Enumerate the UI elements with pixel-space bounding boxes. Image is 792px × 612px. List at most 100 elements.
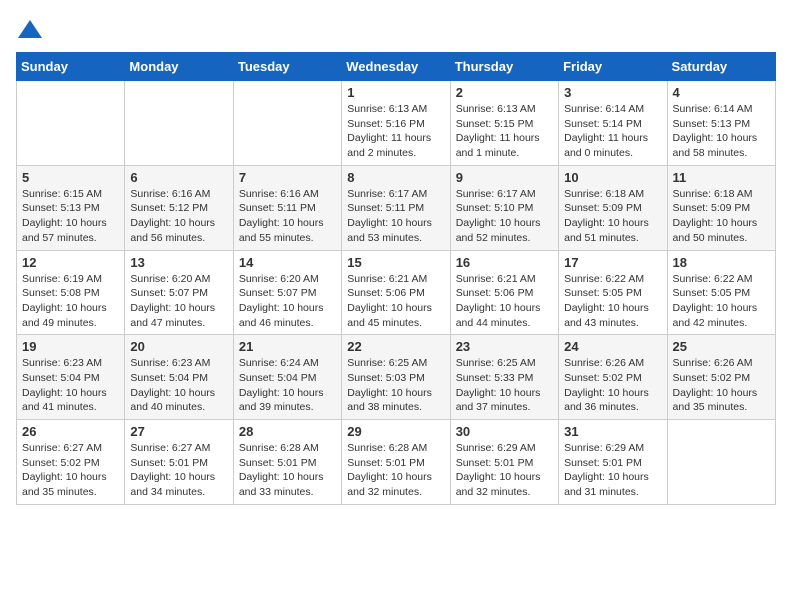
calendar-cell: 12 Sunrise: 6:19 AM Sunset: 5:08 PM Dayli… (17, 250, 125, 335)
day-number: 8 (347, 170, 444, 185)
page-header (16, 16, 776, 44)
calendar-cell: 27 Sunrise: 6:27 AM Sunset: 5:01 PM Dayli… (125, 420, 233, 505)
day-info: Sunrise: 6:21 AM Sunset: 5:06 PM Dayligh… (456, 272, 553, 331)
day-number: 19 (22, 339, 119, 354)
col-header-monday: Monday (125, 53, 233, 81)
day-number: 15 (347, 255, 444, 270)
day-number: 18 (673, 255, 770, 270)
calendar-cell: 18 Sunrise: 6:22 AM Sunset: 5:05 PM Dayli… (667, 250, 775, 335)
day-number: 20 (130, 339, 227, 354)
day-number: 16 (456, 255, 553, 270)
day-info: Sunrise: 6:20 AM Sunset: 5:07 PM Dayligh… (130, 272, 227, 331)
calendar-cell: 15 Sunrise: 6:21 AM Sunset: 5:06 PM Dayli… (342, 250, 450, 335)
day-number: 21 (239, 339, 336, 354)
day-number: 28 (239, 424, 336, 439)
day-info: Sunrise: 6:14 AM Sunset: 5:13 PM Dayligh… (673, 102, 770, 161)
day-info: Sunrise: 6:25 AM Sunset: 5:33 PM Dayligh… (456, 356, 553, 415)
calendar-cell (17, 81, 125, 166)
calendar-week-row: 12 Sunrise: 6:19 AM Sunset: 5:08 PM Dayli… (17, 250, 776, 335)
day-info: Sunrise: 6:26 AM Sunset: 5:02 PM Dayligh… (673, 356, 770, 415)
calendar-cell: 2 Sunrise: 6:13 AM Sunset: 5:15 PM Daylig… (450, 81, 558, 166)
day-number: 4 (673, 85, 770, 100)
day-number: 29 (347, 424, 444, 439)
day-info: Sunrise: 6:18 AM Sunset: 5:09 PM Dayligh… (564, 187, 661, 246)
calendar-cell: 3 Sunrise: 6:14 AM Sunset: 5:14 PM Daylig… (559, 81, 667, 166)
col-header-tuesday: Tuesday (233, 53, 341, 81)
day-number: 13 (130, 255, 227, 270)
day-number: 3 (564, 85, 661, 100)
day-number: 11 (673, 170, 770, 185)
calendar-cell: 22Sunrise: 6:25 AM Sunset: 5:03 PM Dayli… (342, 335, 450, 420)
day-info: Sunrise: 6:28 AM Sunset: 5:01 PM Dayligh… (239, 441, 336, 500)
calendar-cell (125, 81, 233, 166)
day-info: Sunrise: 6:24 AM Sunset: 5:04 PM Dayligh… (239, 356, 336, 415)
day-number: 12 (22, 255, 119, 270)
day-info: Sunrise: 6:21 AM Sunset: 5:06 PM Dayligh… (347, 272, 444, 331)
day-info: Sunrise: 6:29 AM Sunset: 5:01 PM Dayligh… (564, 441, 661, 500)
day-info: Sunrise: 6:27 AM Sunset: 5:01 PM Dayligh… (130, 441, 227, 500)
day-info: Sunrise: 6:13 AM Sunset: 5:16 PM Dayligh… (347, 102, 444, 161)
day-info: Sunrise: 6:22 AM Sunset: 5:05 PM Dayligh… (673, 272, 770, 331)
day-info: Sunrise: 6:16 AM Sunset: 5:12 PM Dayligh… (130, 187, 227, 246)
calendar-cell: 7 Sunrise: 6:16 AM Sunset: 5:11 PM Daylig… (233, 165, 341, 250)
calendar-table: SundayMondayTuesdayWednesdayThursdayFrid… (16, 52, 776, 505)
day-number: 10 (564, 170, 661, 185)
calendar-cell: 4 Sunrise: 6:14 AM Sunset: 5:13 PM Daylig… (667, 81, 775, 166)
day-info: Sunrise: 6:25 AM Sunset: 5:03 PM Dayligh… (347, 356, 444, 415)
day-info: Sunrise: 6:18 AM Sunset: 5:09 PM Dayligh… (673, 187, 770, 246)
day-number: 24 (564, 339, 661, 354)
calendar-cell: 29 Sunrise: 6:28 AM Sunset: 5:01 PM Dayli… (342, 420, 450, 505)
day-number: 2 (456, 85, 553, 100)
calendar-cell: 14 Sunrise: 6:20 AM Sunset: 5:07 PM Dayli… (233, 250, 341, 335)
calendar-cell: 9Sunrise: 6:17 AM Sunset: 5:10 PM Daylig… (450, 165, 558, 250)
col-header-thursday: Thursday (450, 53, 558, 81)
day-info: Sunrise: 6:15 AM Sunset: 5:13 PM Dayligh… (22, 187, 119, 246)
day-number: 30 (456, 424, 553, 439)
day-info: Sunrise: 6:20 AM Sunset: 5:07 PM Dayligh… (239, 272, 336, 331)
calendar-week-row: 19 Sunrise: 6:23 AM Sunset: 5:04 PM Dayli… (17, 335, 776, 420)
calendar-cell: 31Sunrise: 6:29 AM Sunset: 5:01 PM Dayli… (559, 420, 667, 505)
calendar-cell: 25 Sunrise: 6:26 AM Sunset: 5:02 PM Dayli… (667, 335, 775, 420)
calendar-cell: 21 Sunrise: 6:24 AM Sunset: 5:04 PM Dayli… (233, 335, 341, 420)
day-info: Sunrise: 6:14 AM Sunset: 5:14 PM Dayligh… (564, 102, 661, 161)
day-number: 7 (239, 170, 336, 185)
calendar-header-row: SundayMondayTuesdayWednesdayThursdayFrid… (17, 53, 776, 81)
day-number: 26 (22, 424, 119, 439)
day-number: 27 (130, 424, 227, 439)
calendar-week-row: 1Sunrise: 6:13 AM Sunset: 5:16 PM Daylig… (17, 81, 776, 166)
day-info: Sunrise: 6:19 AM Sunset: 5:08 PM Dayligh… (22, 272, 119, 331)
calendar-cell: 17Sunrise: 6:22 AM Sunset: 5:05 PM Dayli… (559, 250, 667, 335)
day-number: 23 (456, 339, 553, 354)
logo-icon (16, 16, 44, 44)
calendar-cell: 13 Sunrise: 6:20 AM Sunset: 5:07 PM Dayli… (125, 250, 233, 335)
col-header-sunday: Sunday (17, 53, 125, 81)
day-info: Sunrise: 6:17 AM Sunset: 5:10 PM Dayligh… (456, 187, 553, 246)
day-info: Sunrise: 6:13 AM Sunset: 5:15 PM Dayligh… (456, 102, 553, 161)
calendar-cell: 8Sunrise: 6:17 AM Sunset: 5:11 PM Daylig… (342, 165, 450, 250)
calendar-cell (667, 420, 775, 505)
day-info: Sunrise: 6:28 AM Sunset: 5:01 PM Dayligh… (347, 441, 444, 500)
day-info: Sunrise: 6:27 AM Sunset: 5:02 PM Dayligh… (22, 441, 119, 500)
calendar-cell: 20 Sunrise: 6:23 AM Sunset: 5:04 PM Dayli… (125, 335, 233, 420)
logo (16, 16, 48, 44)
day-info: Sunrise: 6:23 AM Sunset: 5:04 PM Dayligh… (22, 356, 119, 415)
calendar-cell: 26 Sunrise: 6:27 AM Sunset: 5:02 PM Dayli… (17, 420, 125, 505)
calendar-week-row: 26 Sunrise: 6:27 AM Sunset: 5:02 PM Dayli… (17, 420, 776, 505)
calendar-cell: 16 Sunrise: 6:21 AM Sunset: 5:06 PM Dayli… (450, 250, 558, 335)
day-info: Sunrise: 6:23 AM Sunset: 5:04 PM Dayligh… (130, 356, 227, 415)
calendar-cell: 24 Sunrise: 6:26 AM Sunset: 5:02 PM Dayli… (559, 335, 667, 420)
day-info: Sunrise: 6:22 AM Sunset: 5:05 PM Dayligh… (564, 272, 661, 331)
day-info: Sunrise: 6:16 AM Sunset: 5:11 PM Dayligh… (239, 187, 336, 246)
calendar-cell: 1Sunrise: 6:13 AM Sunset: 5:16 PM Daylig… (342, 81, 450, 166)
col-header-wednesday: Wednesday (342, 53, 450, 81)
calendar-week-row: 5Sunrise: 6:15 AM Sunset: 5:13 PM Daylig… (17, 165, 776, 250)
calendar-cell: 5Sunrise: 6:15 AM Sunset: 5:13 PM Daylig… (17, 165, 125, 250)
calendar-cell: 19 Sunrise: 6:23 AM Sunset: 5:04 PM Dayli… (17, 335, 125, 420)
calendar-cell: 11 Sunrise: 6:18 AM Sunset: 5:09 PM Dayli… (667, 165, 775, 250)
day-info: Sunrise: 6:26 AM Sunset: 5:02 PM Dayligh… (564, 356, 661, 415)
col-header-friday: Friday (559, 53, 667, 81)
day-number: 25 (673, 339, 770, 354)
day-number: 14 (239, 255, 336, 270)
day-info: Sunrise: 6:29 AM Sunset: 5:01 PM Dayligh… (456, 441, 553, 500)
col-header-saturday: Saturday (667, 53, 775, 81)
